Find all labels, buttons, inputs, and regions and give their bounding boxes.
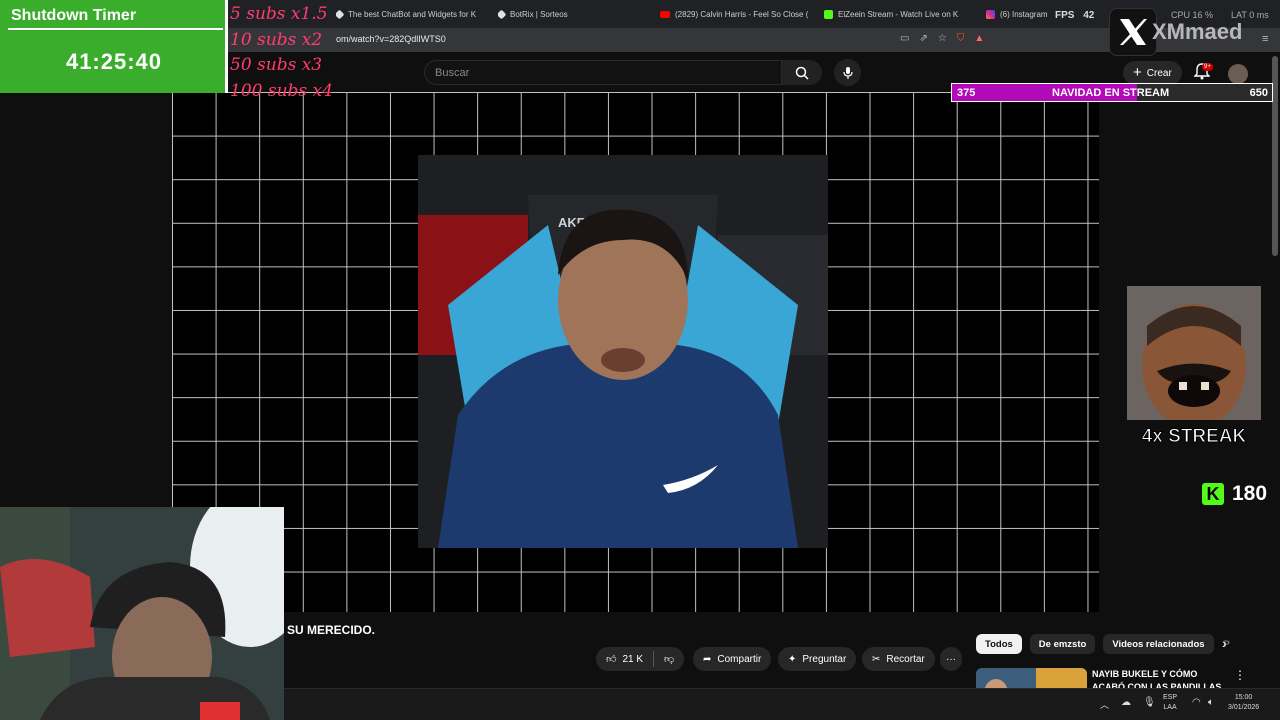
goal-title: NAVIDAD EN STREAM (1052, 87, 1170, 99)
chevron-right-icon[interactable]: › (1222, 635, 1227, 651)
timer-countdown: 41:25:40 (65, 49, 163, 74)
cast-icon[interactable]: ▭ (900, 33, 909, 44)
cloud-icon[interactable]: ☁ (1121, 697, 1131, 708)
kick-icon (824, 9, 833, 19)
x-logo-icon (1109, 8, 1157, 56)
layout-label: LAA (1163, 704, 1177, 711)
youtube-icon (660, 10, 670, 18)
address-bar-icons: ▭ ⇗ ☆ ⛉ ▲ (900, 33, 984, 44)
timer-title: Shutdown Timer (11, 7, 137, 24)
person-in-chair-image: AKRACING (418, 155, 828, 548)
fps-value: 42 (1083, 10, 1095, 21)
tab-label: The best ChatBot and Widgets for K (348, 9, 477, 19)
microphone-tray-icon[interactable]: 🎙︎ (1143, 697, 1156, 708)
streamer-webcam (0, 507, 284, 720)
tray-chevron-up-icon[interactable]: ︿ (1100, 698, 1109, 711)
streak-label: 4x STREAK (1141, 426, 1247, 448)
video-frame-person: AKRACING (418, 155, 828, 548)
subs-multiplier-line: 100 subs x4 (230, 81, 333, 101)
like-dislike-group: 👍︎ 21 K 👎︎ (596, 647, 685, 671)
create-button[interactable]: + Crear (1123, 61, 1182, 85)
like-count: 21 K (622, 653, 644, 665)
dislike-button[interactable]: 👎︎ (664, 653, 674, 665)
x-handle: XMmaed (1152, 19, 1243, 44)
microphone-icon (842, 66, 853, 79)
shutdown-timer-widget: Shutdown Timer 41:25:40 (0, 0, 228, 93)
timer-divider (8, 28, 223, 30)
share-label: Compartir (717, 653, 762, 665)
more-actions-button[interactable]: ··· (940, 647, 962, 671)
goal-target: 650 (1249, 87, 1268, 99)
plus-icon: + (1133, 64, 1142, 81)
subs-multiplier-line: 5 subs x1.5 (230, 4, 328, 24)
rewards-icon[interactable]: ▲ (974, 33, 984, 44)
browser-tab[interactable]: (2829) Calvin Harris - Feel So Close ( (660, 6, 808, 22)
clock[interactable]: 15:00 3/01/2026 (1228, 693, 1259, 713)
video-title: SU MERECIDO. (287, 623, 376, 637)
tab-label: ElZeein Stream - Watch Live on K (838, 9, 959, 19)
lat-value: 0 ms (1249, 10, 1269, 20)
clip-button[interactable]: ✂ Recortar (862, 647, 935, 671)
screen: The best ChatBot and Widgets for K BotRi… (0, 0, 1280, 720)
browser-tab[interactable]: ElZeein Stream - Watch Live on K (824, 6, 970, 22)
fps-readout: FPS 42 (1055, 10, 1094, 21)
share-arrow-icon: ➦ (703, 653, 712, 665)
brave-shield-icon[interactable]: ⛉ (957, 33, 965, 44)
browser-tab[interactable]: (6) Instagram (986, 6, 1056, 22)
browser-tab[interactable]: BotRix | Sorteos (498, 6, 648, 22)
browser-tab[interactable]: The best ChatBot and Widgets for K (336, 6, 482, 22)
recommendation-chips: Todos De emzsto Videos relacionados P (976, 634, 1232, 654)
notification-count-badge: 9+ (1202, 63, 1213, 71)
stream-goal-bar: 375 NAVIDAD EN STREAM 650 (951, 83, 1273, 102)
fps-label: FPS (1055, 10, 1075, 21)
search-input[interactable]: Buscar (424, 60, 782, 85)
more-icon: ··· (946, 653, 956, 665)
subs-multiplier-line: 50 subs x3 (230, 55, 323, 75)
wifi-icon[interactable]: ◠ (1192, 697, 1201, 708)
keyboard-layout[interactable]: ESP LAA (1163, 693, 1177, 713)
subs-multiplier-line: 10 subs x2 (230, 30, 323, 50)
search-button[interactable] (782, 60, 822, 85)
url-text[interactable]: om/watch?v=282QdlIWTS0 (336, 34, 446, 44)
recommendation-title[interactable]: NAYIB BUKELE Y CÓMO ACABÓ CON LAS PANDIL… (1092, 668, 1232, 690)
goal-current: 375 (957, 87, 976, 99)
clip-label: Recortar (886, 653, 925, 665)
scissors-icon: ✂ (872, 653, 881, 665)
ask-button[interactable]: ✦ Preguntar (778, 647, 857, 671)
chip-all[interactable]: Todos (976, 634, 1022, 654)
chip-from-channel[interactable]: De emzsto (1029, 634, 1096, 654)
star-icon[interactable]: ☆ (938, 33, 947, 44)
search-icon (795, 66, 809, 80)
share-button[interactable]: ➦ Compartir (693, 647, 772, 671)
lang-label: ESP (1163, 694, 1178, 701)
like-button[interactable]: 👍︎ 21 K (606, 653, 644, 666)
clock-date: 3/01/2026 (1228, 704, 1260, 711)
sparkle-icon: ✦ (788, 653, 797, 665)
kick-count: 180 (1232, 482, 1268, 505)
tab-label: (6) Instagram (1000, 9, 1048, 19)
ask-label: Preguntar (802, 653, 847, 665)
volume-icon[interactable]: 🔈︎ (1208, 697, 1214, 708)
kick-viewer-count: K 180 (1202, 482, 1267, 506)
tab-label: BotRix | Sorteos (510, 9, 568, 19)
tab-favicon-icon (498, 9, 507, 19)
search-placeholder: Buscar (435, 67, 470, 79)
share-icon[interactable]: ⇗ (919, 33, 927, 44)
instagram-icon (986, 9, 995, 19)
thumbs-down-icon: 👎︎ (664, 654, 675, 665)
tab-favicon-icon (336, 9, 345, 19)
chip-related[interactable]: Videos relacionados (1103, 634, 1214, 654)
kebab-menu-icon[interactable]: ⋮ (1234, 668, 1246, 682)
like-divider (653, 651, 655, 667)
browser-menu-icon[interactable]: ≡ (1262, 33, 1268, 45)
create-label: Crear (1146, 67, 1172, 79)
avatar[interactable] (1228, 64, 1248, 84)
kick-logo-icon: K (1202, 483, 1224, 505)
voice-search-button[interactable] (834, 59, 861, 86)
tab-label: (2829) Calvin Harris - Feel So Close ( (675, 9, 808, 19)
clock-time: 15:00 (1234, 694, 1253, 701)
streak-meme-image (1127, 286, 1261, 420)
thumbs-up-icon: 👍︎ (606, 654, 617, 665)
